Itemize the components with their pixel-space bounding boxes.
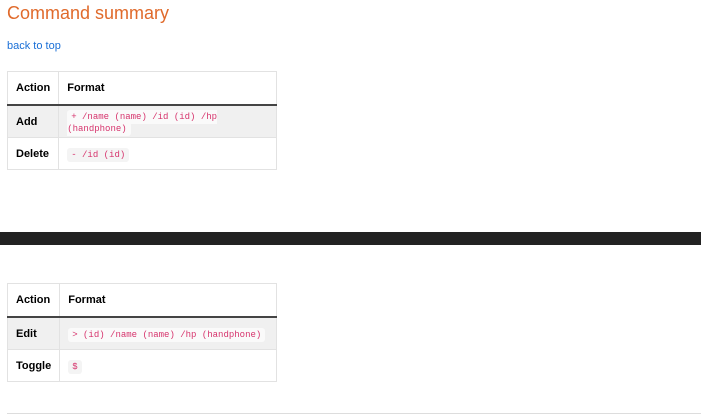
divider-bar — [0, 232, 701, 245]
format-code: - /id (id) — [67, 147, 130, 162]
table-row: Add + /name (name) /id (id) /hp (handphon… — [6, 104, 277, 138]
header-format: Format — [59, 283, 277, 318]
format-code: > (id) /name (name) /hp (handphone) — [68, 327, 266, 342]
back-to-top-link[interactable]: back to top — [7, 40, 61, 52]
action-cell: Toggle — [6, 349, 61, 382]
command-table-1: Action Format Add + /name (name) /id (id) … — [6, 71, 277, 170]
format-code: $ — [68, 359, 82, 374]
action-cell: Delete — [6, 137, 60, 170]
page-title: Command summary — [7, 3, 170, 23]
table-row: Edit > (id) /name (name) /hp (handphone) — [6, 316, 277, 350]
header-format: Format — [58, 71, 277, 106]
table-row: Toggle $ — [6, 349, 277, 382]
command-table-2: Action Format Edit > (id) /name (name) /hp… — [6, 283, 277, 382]
action-cell: Edit — [6, 316, 61, 350]
format-code: + /name (name) /id (id) /hp (handphone) — [67, 109, 218, 136]
header-action: Action — [6, 71, 60, 106]
action-cell: Add — [6, 104, 60, 138]
horizontal-rule — [7, 413, 701, 414]
table-row: Delete - /id (id) — [6, 137, 277, 170]
header-action: Action — [6, 283, 61, 318]
